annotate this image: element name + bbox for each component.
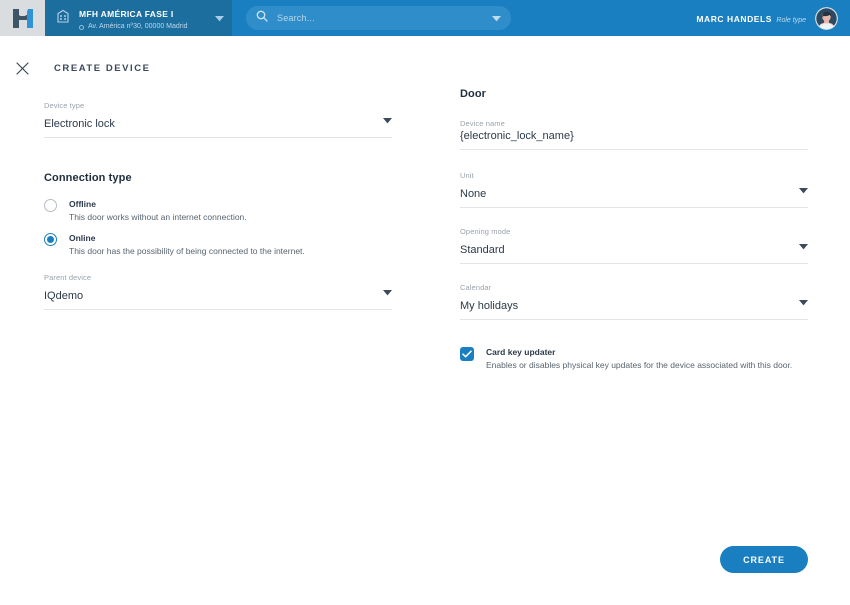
h-logo-icon: [12, 8, 33, 28]
search-filter-chevron-down-icon[interactable]: [492, 9, 501, 27]
page-title: CREATE DEVICE: [54, 62, 151, 74]
top-header-bar: MFH AMÉRICA FASE I Av. América nº30, 000…: [0, 0, 850, 36]
radio-offline-description: This door works without an internet conn…: [69, 212, 247, 222]
opening-mode-label: Opening mode: [460, 227, 511, 236]
site-address-row: Av. América nº30, 00000 Madrid: [79, 22, 207, 32]
chevron-down-icon[interactable]: [799, 237, 808, 255]
app-logo[interactable]: [0, 0, 45, 36]
user-text: MARC HANDELS Role type: [696, 9, 806, 27]
radio-online-description: This door has the possibility of being c…: [69, 246, 305, 256]
opening-mode-value: Standard: [460, 244, 505, 256]
card-key-updater-checkbox[interactable]: [460, 347, 474, 361]
user-name: MARC HANDELS: [696, 14, 772, 24]
device-name-label: Device name: [460, 119, 505, 128]
card-key-updater-text: Card key updater Enables or disables phy…: [486, 346, 792, 372]
chevron-down-icon[interactable]: [799, 293, 808, 311]
radio-online-label: Online: [69, 233, 96, 243]
card-key-updater-label: Card key updater: [486, 347, 556, 357]
calendar-label: Calendar: [460, 283, 492, 292]
chevron-down-icon[interactable]: [215, 9, 224, 27]
form-column-right: Door Device name {electronic_lock_name} …: [460, 88, 808, 372]
device-name-field[interactable]: Device name {electronic_lock_name}: [460, 118, 808, 150]
form-footer: CREATE: [0, 546, 850, 573]
radio-online-icon[interactable]: [44, 233, 57, 246]
avatar[interactable]: [815, 6, 838, 30]
create-button[interactable]: CREATE: [720, 546, 808, 573]
site-text: MFH AMÉRICA FASE I Av. América nº30, 000…: [79, 4, 207, 32]
radio-offline-text: Offline This door works without an inter…: [69, 198, 247, 224]
device-type-value: Electronic lock: [44, 118, 115, 130]
card-key-updater-option[interactable]: Card key updater Enables or disables phy…: [460, 346, 808, 372]
calendar-field[interactable]: Calendar My holidays: [460, 282, 808, 320]
site-selector[interactable]: MFH AMÉRICA FASE I Av. América nº30, 000…: [45, 0, 232, 36]
user-role: Role type: [776, 17, 806, 24]
radio-online-text: Online This door has the possibility of …: [69, 232, 305, 258]
unit-field[interactable]: Unit None: [460, 170, 808, 208]
search-input[interactable]: Search...: [246, 6, 511, 30]
door-section-title: Door: [460, 88, 487, 100]
connection-type-title: Connection type: [44, 172, 132, 184]
chevron-down-icon[interactable]: [383, 283, 392, 301]
radio-option-offline[interactable]: Offline This door works without an inter…: [44, 198, 392, 224]
form-column-left: Device type Electronic lock Connection t…: [44, 100, 392, 310]
page-header: CREATE DEVICE: [0, 50, 850, 86]
site-address: Av. América nº30, 00000 Madrid: [88, 23, 188, 30]
radio-option-online[interactable]: Online This door has the possibility of …: [44, 232, 392, 258]
parent-device-field[interactable]: Parent device IQdemo: [44, 272, 392, 310]
chevron-down-icon[interactable]: [383, 111, 392, 129]
create-device-form: Device type Electronic lock Connection t…: [0, 86, 850, 370]
opening-mode-field[interactable]: Opening mode Standard: [460, 226, 808, 264]
device-type-label: Device type: [44, 101, 85, 110]
location-pin-icon: [79, 24, 84, 30]
radio-offline-label: Offline: [69, 199, 96, 209]
building-icon: [55, 7, 71, 29]
search-placeholder: Search...: [277, 13, 315, 23]
device-type-field[interactable]: Device type Electronic lock: [44, 100, 392, 138]
chevron-down-icon[interactable]: [799, 181, 808, 199]
device-name-input[interactable]: {electronic_lock_name}: [460, 129, 808, 143]
calendar-value: My holidays: [460, 300, 519, 312]
close-icon[interactable]: [12, 58, 32, 78]
radio-offline-icon[interactable]: [44, 199, 57, 212]
search-icon: [256, 9, 268, 27]
check-icon: [462, 345, 472, 363]
unit-label: Unit: [460, 171, 474, 180]
site-name: MFH AMÉRICA FASE I: [79, 9, 174, 19]
user-menu[interactable]: MARC HANDELS Role type: [696, 0, 850, 36]
unit-value: None: [460, 188, 487, 200]
search-area: Search...: [232, 0, 696, 36]
card-key-updater-description: Enables or disables physical key updates…: [486, 360, 793, 370]
parent-device-label: Parent device: [44, 273, 92, 282]
parent-device-value: IQdemo: [44, 290, 84, 302]
